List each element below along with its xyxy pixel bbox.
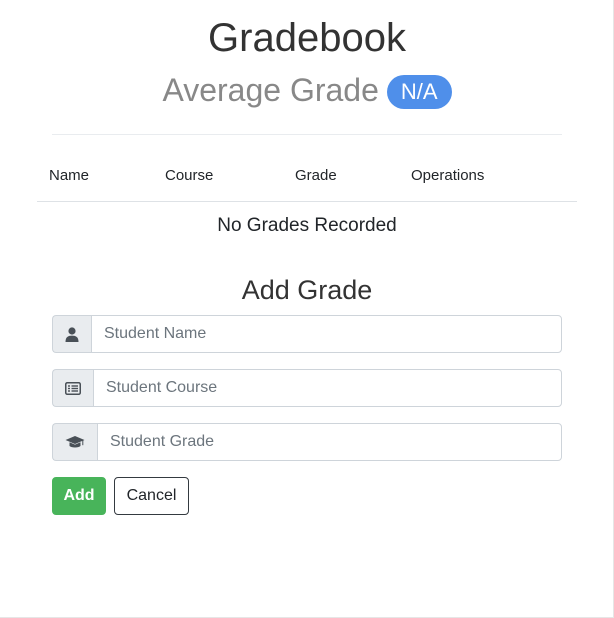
student-course-input[interactable] — [93, 369, 562, 407]
graduation-cap-icon — [52, 423, 97, 461]
page-title: Gradebook — [208, 16, 406, 60]
column-header-name: Name — [49, 167, 90, 184]
cancel-button[interactable]: Cancel — [114, 477, 189, 515]
student-grade-input[interactable] — [97, 423, 562, 461]
column-header-course: Course — [165, 167, 214, 184]
user-icon — [52, 315, 91, 353]
student-name-input[interactable] — [91, 315, 562, 353]
gradebook-app: Gradebook Average Grade N/A Name Course G… — [0, 0, 614, 618]
average-grade-badge: N/A — [386, 75, 452, 109]
student-course-group — [52, 369, 562, 407]
column-header-operations: Operations — [411, 167, 485, 184]
add-button[interactable]: Add — [52, 477, 106, 515]
column-header-grade: Grade — [295, 167, 337, 184]
form-title: Add Grade — [241, 275, 373, 305]
student-grade-group — [52, 423, 562, 461]
empty-table-message: No Grades Recorded — [217, 215, 397, 236]
grades-table-header: Name Course Grade Operations — [37, 165, 577, 202]
list-icon — [52, 369, 93, 407]
student-name-group — [52, 315, 562, 353]
average-grade-label: Average Grade — [162, 72, 379, 108]
average-grade-row: Average Grade N/A — [0, 70, 614, 110]
divider — [52, 134, 562, 135]
